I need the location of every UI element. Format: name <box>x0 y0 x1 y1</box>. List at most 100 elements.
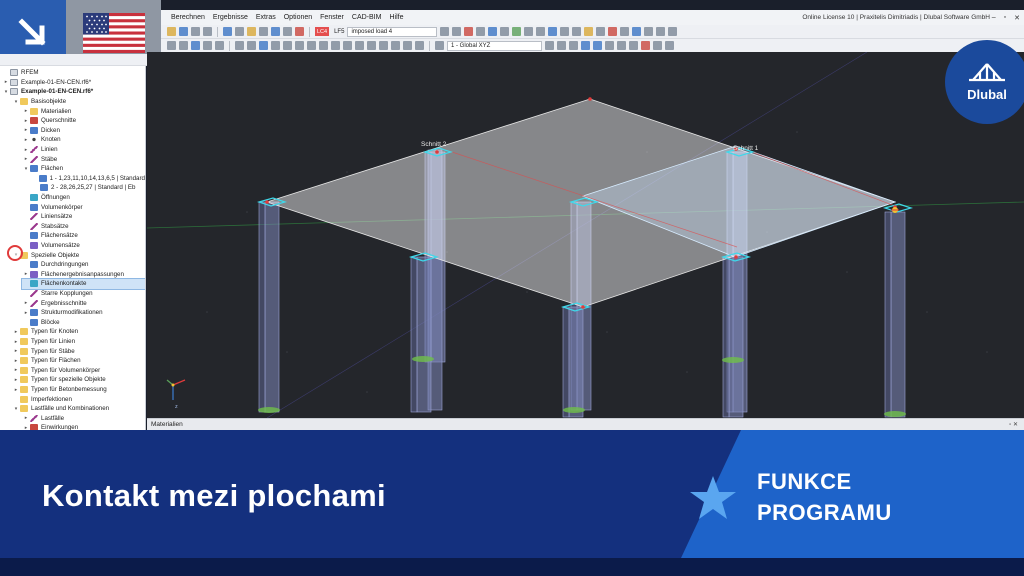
iso-view-icon[interactable] <box>435 41 444 50</box>
materials-panel-header[interactable]: Materialien ▫ ✕ <box>147 418 1024 430</box>
expanded-chevron-icon[interactable]: ▾ <box>12 99 20 105</box>
guide-icon[interactable] <box>656 27 666 36</box>
collapsed-chevron-icon[interactable]: ▸ <box>22 300 30 306</box>
visibility-icon[interactable] <box>617 41 626 50</box>
nav-tree-item[interactable]: Imperfektionen <box>12 394 145 404</box>
new-file-icon[interactable] <box>167 27 176 36</box>
view-z-icon[interactable] <box>569 41 578 50</box>
member-icon[interactable] <box>548 27 558 36</box>
copy-icon[interactable] <box>283 41 292 50</box>
line-icon[interactable] <box>247 41 256 50</box>
move-icon[interactable] <box>295 41 304 50</box>
nav-tree-item[interactable]: ▸ Typen für Volumenkörper <box>12 366 145 376</box>
nav-tree-item[interactable]: ▸ Einwirkungen <box>22 423 145 430</box>
nav-tree-item[interactable]: Starre Kopplungen <box>22 289 145 299</box>
collapsed-chevron-icon[interactable]: ▸ <box>22 415 30 421</box>
collapsed-chevron-icon[interactable]: ▸ <box>2 79 10 85</box>
print-icon[interactable] <box>203 27 212 36</box>
support-icon[interactable] <box>596 27 606 36</box>
coordinate-system-dropdown[interactable]: 1 - Global XYZ <box>447 40 542 51</box>
merge-icon[interactable] <box>415 41 424 50</box>
nav-tree-item[interactable]: ▾Spezielle Objekte <box>12 250 145 260</box>
nav-tree-item[interactable]: Flächenkontakte <box>21 278 145 290</box>
nav-tree-item[interactable]: ▸ Typen für Stäbe <box>12 346 145 356</box>
collapsed-chevron-icon[interactable]: ▸ <box>12 387 20 393</box>
nav-tree-item[interactable]: ▾ Basisobjekte <box>12 97 145 107</box>
extrude-icon[interactable] <box>331 41 340 50</box>
nav-tree-item[interactable]: Volumenkörper <box>22 202 145 212</box>
section-icon[interactable] <box>536 27 546 36</box>
prev-load-case-icon[interactable] <box>440 27 450 36</box>
view-y-icon[interactable] <box>557 41 566 50</box>
collapsed-chevron-icon[interactable]: ▸ <box>22 127 30 133</box>
nav-tree-item[interactable]: ▾ Example-01-EN-CEN.rf6* <box>2 87 145 97</box>
transparency-icon[interactable] <box>605 41 614 50</box>
save-icon[interactable] <box>191 27 200 36</box>
project-icon[interactable] <box>391 41 400 50</box>
grid-icon[interactable] <box>235 27 244 36</box>
collapsed-chevron-icon[interactable]: ▸ <box>12 339 20 345</box>
nav-tree-item[interactable]: ▸ Materialien <box>22 106 145 116</box>
collapsed-chevron-icon[interactable]: ▸ <box>12 367 20 373</box>
nav-tree-item[interactable]: ▸ Typen für Knoten <box>12 327 145 337</box>
collapsed-chevron-icon[interactable]: ▸ <box>12 358 20 364</box>
nav-tree-item[interactable]: Durchdringungen <box>22 260 145 270</box>
collapsed-chevron-icon[interactable]: ▸ <box>12 348 20 354</box>
nav-tree-item[interactable]: Volumensätze <box>22 241 145 251</box>
animation-icon[interactable] <box>500 27 510 36</box>
solid-icon[interactable] <box>572 27 582 36</box>
collapsed-chevron-icon[interactable]: ▸ <box>22 108 30 114</box>
result-display-icon[interactable] <box>464 27 474 36</box>
results-icon[interactable] <box>247 27 256 36</box>
nav-tree-item[interactable]: ▸ Typen für spezielle Objekte <box>12 375 145 385</box>
view-x-icon[interactable] <box>545 41 554 50</box>
menu-berechnen[interactable]: Berechnen <box>171 14 205 21</box>
menu-fenster[interactable]: Fenster <box>320 14 344 21</box>
clear-selection-icon[interactable] <box>641 41 650 50</box>
table-icon[interactable] <box>223 27 232 36</box>
values-icon[interactable] <box>488 27 498 36</box>
menu-ergebnisse[interactable]: Ergebnisse <box>213 14 248 21</box>
layers-icon[interactable] <box>653 41 662 50</box>
nav-tree-item[interactable]: Öffnungen <box>22 193 145 203</box>
nav-tree-item[interactable]: ▸ Example-01-EN-CEN.rf6* <box>2 78 145 88</box>
expanded-chevron-icon[interactable]: ▾ <box>22 166 30 172</box>
divide-icon[interactable] <box>319 41 328 50</box>
deformation-icon[interactable] <box>476 27 486 36</box>
settings-icon[interactable] <box>665 41 674 50</box>
model-icon[interactable] <box>271 27 280 36</box>
rotate-icon[interactable] <box>668 27 678 36</box>
nav-tree-item[interactable]: ▸ Querschnitte <box>22 116 145 126</box>
connect-icon[interactable] <box>343 41 352 50</box>
nav-tree-item[interactable]: ▾ Lastfälle und Kombinationen <box>12 404 145 414</box>
align-icon[interactable] <box>355 41 364 50</box>
expanded-chevron-icon[interactable]: ▾ <box>2 89 10 95</box>
select-icon[interactable] <box>167 41 176 50</box>
nav-tree-item[interactable]: 2 - 28,26,25,27 | Standard | Eb <box>32 183 145 193</box>
nav-tree-item[interactable]: Blöcke <box>22 318 145 328</box>
menu-optionen[interactable]: Optionen <box>284 14 312 21</box>
load-case-dropdown[interactable]: imposed load 4 <box>347 26 438 37</box>
collapsed-chevron-icon[interactable]: ▸ <box>22 271 30 277</box>
render-icon[interactable] <box>581 41 590 50</box>
minimize-icon[interactable]: – <box>992 14 996 22</box>
nav-tree-item[interactable]: ▸ Ergebnisschnitte <box>22 298 145 308</box>
orbit-icon[interactable] <box>203 41 212 50</box>
nav-tree-item[interactable]: ▾ Flächen <box>22 164 145 174</box>
nav-tree-item[interactable]: ▸ Flächenergebnisanpassungen <box>22 270 145 280</box>
hinge-icon[interactable] <box>608 27 618 36</box>
expanded-chevron-icon[interactable]: ▾ <box>12 406 20 412</box>
mirror-icon[interactable] <box>307 41 316 50</box>
collapsed-chevron-icon[interactable]: ▸ <box>22 310 30 316</box>
collapsed-chevron-icon[interactable]: ▸ <box>22 147 30 153</box>
collapsed-chevron-icon[interactable]: ▸ <box>22 118 30 124</box>
nav-tree-item[interactable]: ▸ Typen für Linien <box>12 337 145 347</box>
delete-icon[interactable] <box>295 27 304 36</box>
load-icon[interactable] <box>584 27 594 36</box>
zoom-icon[interactable] <box>179 41 188 50</box>
menu-hilfe[interactable]: Hilfe <box>389 14 403 21</box>
open-icon[interactable] <box>179 27 188 36</box>
zoom-all-icon[interactable] <box>215 41 224 50</box>
collapsed-chevron-icon[interactable]: ▸ <box>12 377 20 383</box>
intersect-icon[interactable] <box>403 41 412 50</box>
